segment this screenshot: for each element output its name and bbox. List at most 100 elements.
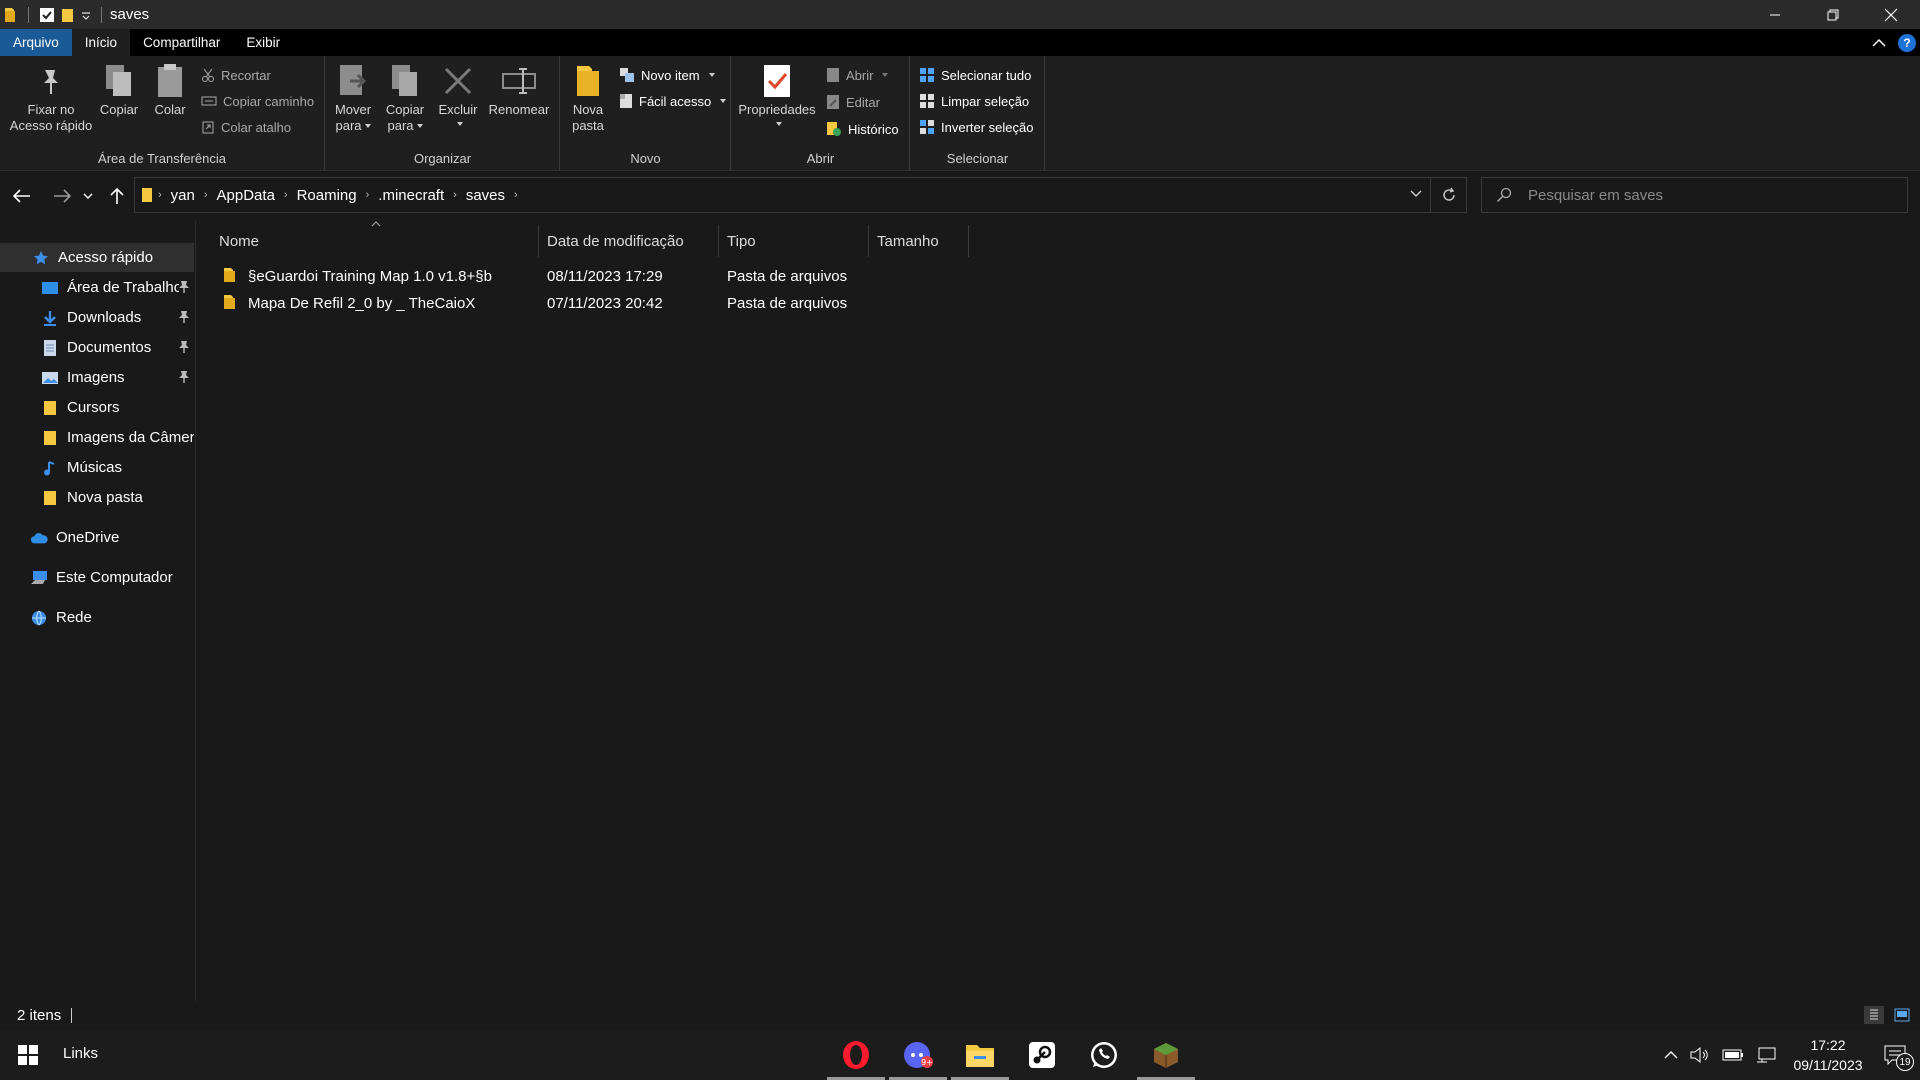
nav-camera-roll[interactable]: Imagens da Câmera xyxy=(0,423,194,452)
customize-toolbar-icon[interactable] xyxy=(81,10,91,20)
help-icon[interactable]: ? xyxy=(1898,33,1916,52)
steam-icon[interactable] xyxy=(1011,1030,1073,1080)
copy-to-icon xyxy=(387,62,423,100)
battery-icon[interactable] xyxy=(1716,1049,1750,1061)
taskbar-links-label[interactable]: Links xyxy=(63,1045,98,1062)
nav-quick-access[interactable]: Acesso rápido xyxy=(0,243,194,272)
copy-path-button[interactable]: Copiar caminho xyxy=(201,90,314,112)
file-modified: 08/11/2023 17:29 xyxy=(547,268,663,285)
column-header-size[interactable]: Tamanho xyxy=(869,225,969,257)
nav-cursors[interactable]: Cursors xyxy=(0,393,194,422)
delete-button[interactable]: Excluir xyxy=(436,62,480,126)
discord-icon[interactable]: 9+ xyxy=(887,1030,949,1080)
new-folder-button[interactable]: Nova pasta xyxy=(567,62,609,134)
chevron-right-icon[interactable]: › xyxy=(153,189,167,201)
copy-button[interactable]: Copiar xyxy=(96,62,142,118)
tab-view[interactable]: Exibir xyxy=(233,29,293,56)
refresh-button[interactable] xyxy=(1430,178,1466,212)
search-box[interactable] xyxy=(1481,177,1908,213)
move-to-button[interactable]: Mover para xyxy=(332,62,374,134)
chevron-right-icon[interactable]: › xyxy=(199,189,213,201)
whatsapp-icon[interactable] xyxy=(1073,1030,1135,1080)
clock[interactable]: 17:22 09/11/2023 xyxy=(1782,1035,1874,1075)
cut-button[interactable]: Recortar xyxy=(201,64,271,86)
copy-to-button[interactable]: Copiar para xyxy=(382,62,428,134)
tab-home[interactable]: Início xyxy=(71,29,131,56)
chevron-right-icon[interactable]: › xyxy=(448,189,462,201)
collapse-ribbon-icon[interactable] xyxy=(1872,38,1886,48)
pin-icon[interactable] xyxy=(178,340,190,354)
notification-center-button[interactable]: 19 xyxy=(1874,1045,1920,1071)
network-status-icon[interactable] xyxy=(1750,1047,1782,1063)
address-bar[interactable]: › yan › AppData › Roaming › .minecraft ›… xyxy=(134,177,1467,213)
search-input[interactable] xyxy=(1528,186,1888,204)
minecraft-icon[interactable] xyxy=(1135,1030,1197,1080)
tab-file[interactable]: Arquivo xyxy=(0,29,72,56)
chevron-right-icon[interactable]: › xyxy=(279,189,293,201)
pin-icon[interactable] xyxy=(178,370,190,384)
system-tray: 17:22 09/11/2023 19 xyxy=(1658,1030,1920,1080)
new-folder-quick-icon[interactable] xyxy=(61,7,75,23)
breadcrumb-appdata[interactable]: AppData xyxy=(213,187,279,204)
column-header-type[interactable]: Tipo xyxy=(719,225,869,257)
open-label: Abrir xyxy=(846,67,874,83)
easy-access-button[interactable]: Fácil acesso xyxy=(619,90,727,112)
paste-button[interactable]: Colar xyxy=(148,62,192,118)
nav-onedrive[interactable]: OneDrive xyxy=(0,523,194,552)
rename-label: Renomear xyxy=(488,102,550,117)
select-none-button[interactable]: Limpar seleção xyxy=(919,90,1029,112)
paste-shortcut-button[interactable]: Colar atalho xyxy=(201,116,291,138)
dropdown-arrow-icon xyxy=(882,73,889,77)
tab-share[interactable]: Compartilhar xyxy=(130,29,233,56)
opera-icon[interactable] xyxy=(825,1030,887,1080)
pin-quick-access-button[interactable]: Fixar no Acesso rápido xyxy=(6,62,96,134)
nav-this-pc[interactable]: Este Computador xyxy=(0,563,194,592)
nav-new-folder[interactable]: Nova pasta xyxy=(0,483,194,512)
table-row[interactable]: Mapa De Refil 2_0 by _ TheCaioX 07/11/20… xyxy=(217,290,1037,317)
folder-icon xyxy=(41,489,59,507)
forward-button[interactable] xyxy=(50,184,74,208)
nav-downloads[interactable]: Downloads xyxy=(0,303,194,332)
up-button[interactable] xyxy=(105,184,129,208)
properties-quick-icon[interactable] xyxy=(39,7,55,23)
show-hidden-icons-button[interactable] xyxy=(1658,1050,1684,1060)
pin-icon[interactable] xyxy=(178,310,190,324)
edit-button[interactable]: Editar xyxy=(826,91,880,113)
invert-selection-button[interactable]: Inverter seleção xyxy=(919,116,1034,138)
recent-locations-button[interactable] xyxy=(80,184,96,208)
start-button[interactable] xyxy=(18,1045,38,1065)
close-button[interactable] xyxy=(1862,0,1920,29)
breadcrumb-saves[interactable]: saves xyxy=(462,187,509,204)
properties-button[interactable]: Propriedades xyxy=(736,62,818,126)
rename-button[interactable]: Renomear xyxy=(486,62,552,118)
pin-icon[interactable] xyxy=(178,280,190,294)
chevron-right-icon[interactable]: › xyxy=(361,189,375,201)
download-arrow-icon xyxy=(41,309,59,327)
breadcrumb-roaming[interactable]: Roaming xyxy=(293,187,361,204)
nav-network[interactable]: Rede xyxy=(0,603,194,632)
volume-icon[interactable] xyxy=(1684,1047,1716,1063)
nav-documents[interactable]: Documentos xyxy=(0,333,194,362)
details-view-button[interactable] xyxy=(1864,1006,1884,1024)
file-name: §eGuardoi Training Map 1.0 v1.8+§b xyxy=(248,268,492,285)
column-header-modified[interactable]: Data de modificação xyxy=(539,225,719,257)
new-item-button[interactable]: Novo item xyxy=(619,64,715,86)
table-row[interactable]: §eGuardoi Training Map 1.0 v1.8+§b 08/11… xyxy=(217,263,1037,290)
nav-desktop[interactable]: Área de Trabalho xyxy=(0,273,194,302)
address-history-dropdown[interactable] xyxy=(1410,190,1422,198)
select-all-button[interactable]: Selecionar tudo xyxy=(919,64,1031,86)
file-explorer-icon[interactable] xyxy=(949,1030,1011,1080)
chevron-right-icon[interactable]: › xyxy=(509,189,523,201)
open-button[interactable]: Abrir xyxy=(826,64,889,86)
large-icons-view-button[interactable] xyxy=(1892,1006,1912,1024)
column-header-name[interactable]: Nome xyxy=(211,225,539,257)
nav-music[interactable]: Músicas xyxy=(0,453,194,482)
back-button[interactable] xyxy=(10,184,34,208)
nav-new-folder-label: Nova pasta xyxy=(67,489,143,506)
breadcrumb-minecraft[interactable]: .minecraft xyxy=(374,187,448,204)
breadcrumb-yan[interactable]: yan xyxy=(167,187,199,204)
nav-pictures[interactable]: Imagens xyxy=(0,363,194,392)
minimize-button[interactable] xyxy=(1746,0,1804,29)
restore-button[interactable] xyxy=(1804,0,1862,29)
history-button[interactable]: Histórico xyxy=(826,118,899,140)
